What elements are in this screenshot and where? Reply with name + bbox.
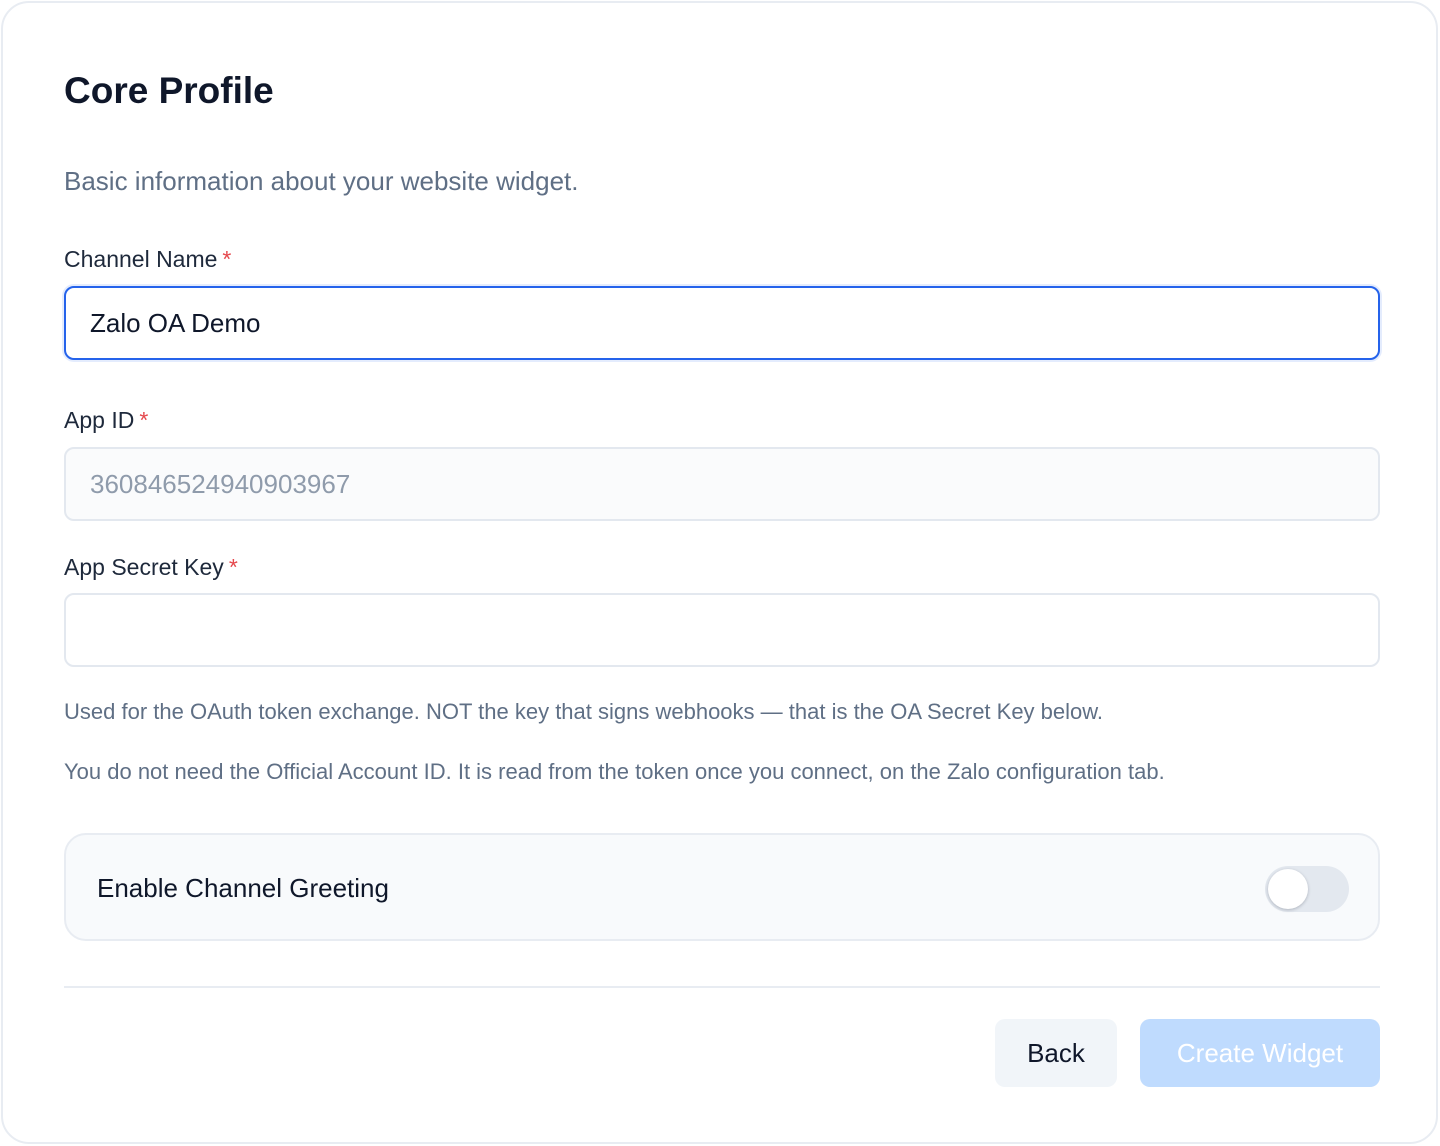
app-id-label-text: App ID [64, 407, 135, 433]
app-id-label: App ID * [64, 404, 148, 436]
footer-divider [64, 986, 1380, 988]
app-id-input[interactable] [64, 447, 1380, 521]
page-subtitle: Basic information about your website wid… [64, 166, 579, 196]
secret-key-help-text: Used for the OAuth token exchange. NOT t… [64, 699, 1104, 724]
app-secret-key-label: App Secret Key * [64, 551, 238, 583]
toggle-knob [1268, 869, 1308, 909]
app-secret-key-input[interactable] [64, 593, 1380, 667]
app-secret-key-label-text: App Secret Key [64, 554, 224, 580]
required-asterisk: * [228, 554, 238, 580]
official-account-help-text: You do not need the Official Account ID.… [64, 759, 1165, 784]
create-widget-button[interactable]: Create Widget [1140, 1019, 1380, 1087]
channel-name-label-text: Channel Name [64, 246, 218, 272]
back-button[interactable]: Back [995, 1019, 1117, 1087]
channel-greeting-label: Enable Channel Greeting [97, 873, 389, 903]
core-profile-card: Core Profile Basic information about you… [1, 1, 1438, 1144]
page-title: Core Profile [64, 70, 274, 111]
required-asterisk: * [139, 407, 149, 433]
required-asterisk: * [222, 246, 232, 272]
channel-name-input[interactable] [64, 286, 1380, 360]
channel-name-label: Channel Name * [64, 243, 231, 275]
channel-greeting-toggle[interactable] [1265, 866, 1349, 912]
channel-greeting-panel: Enable Channel Greeting [64, 833, 1380, 941]
